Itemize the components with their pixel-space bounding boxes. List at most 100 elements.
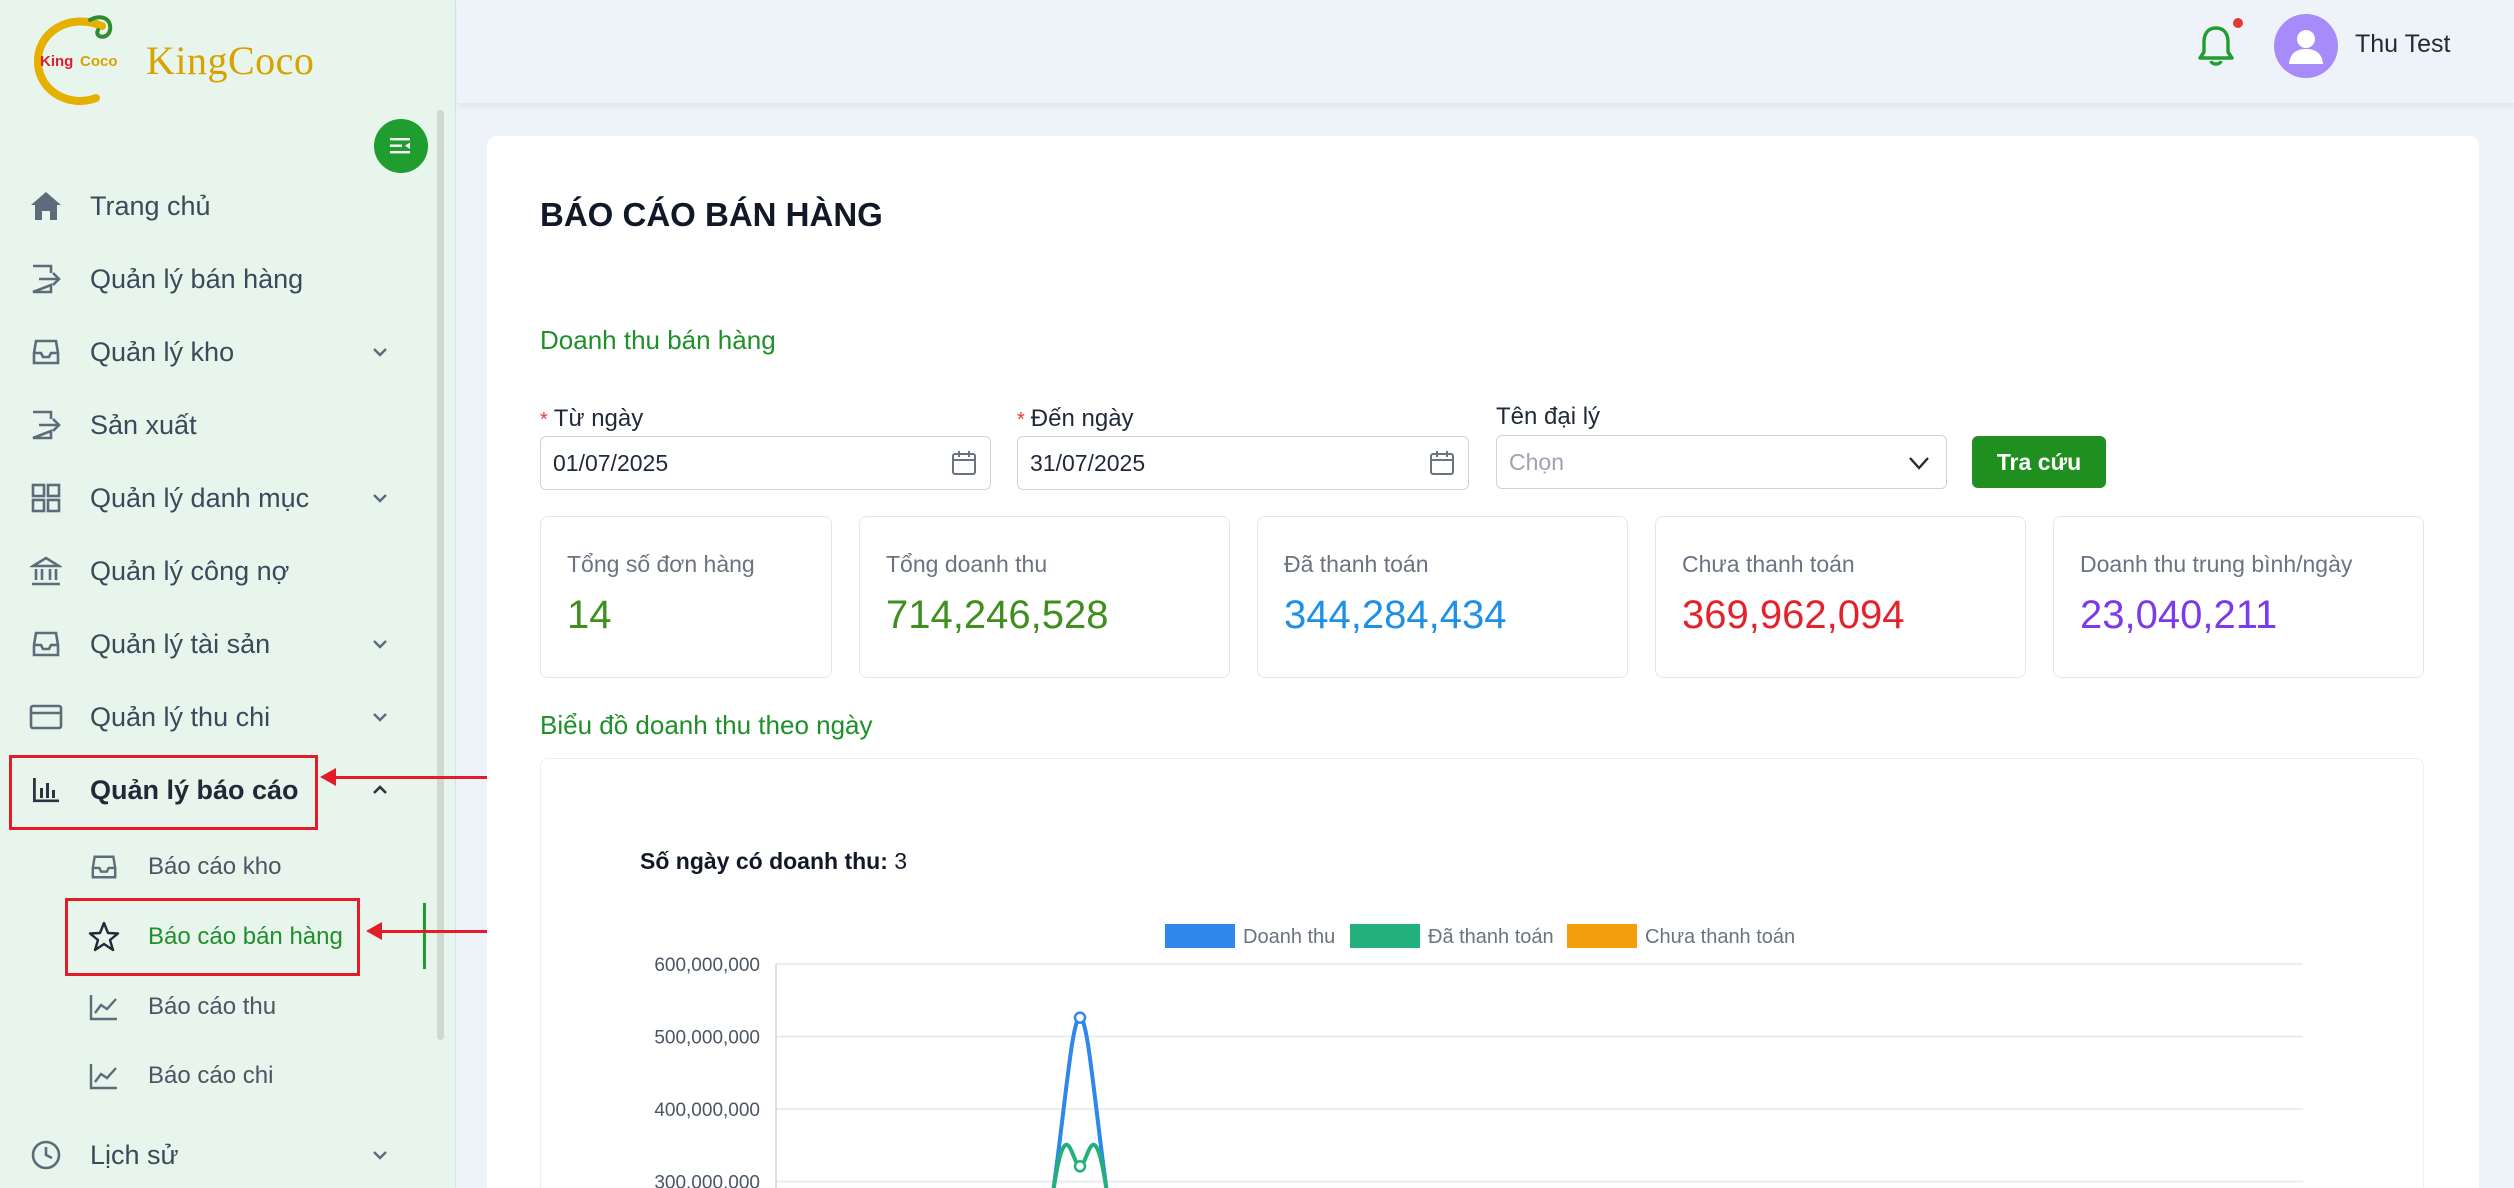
sidebar-item-quan-ly-kho[interactable]: Quản lý kho [26, 322, 406, 382]
from-date-label: * Từ ngày [540, 405, 644, 432]
calendar-icon[interactable] [950, 449, 978, 477]
brand-name: KingCoco [146, 37, 315, 83]
kingcoco-logo-icon: King Coco [30, 10, 130, 110]
to-date-input[interactable]: 31/07/2025 [1017, 436, 1469, 490]
sidebar-item-label: Quản lý kho [90, 336, 235, 367]
user-icon [2289, 30, 2323, 64]
agent-placeholder: Chọn [1509, 448, 1564, 475]
sidebar-subitem-label: Báo cáo chi [148, 1062, 274, 1089]
to-date-value: 31/07/2025 [1030, 449, 1146, 476]
inbox-icon [86, 849, 122, 885]
agent-select[interactable]: Chọn [1496, 435, 1947, 489]
chevron-down-icon [373, 494, 387, 503]
sidebar-item-quan-ly-thu-chi[interactable]: Quản lý thu chi [26, 687, 406, 747]
bank-icon [26, 551, 66, 591]
stat-value: 23,040,211 [2080, 593, 2278, 637]
stat-card-paid: Đã thanh toán 344,284,434 [1257, 516, 1628, 678]
inbox-icon [26, 332, 66, 372]
stat-label: Tổng số đơn hàng [567, 551, 755, 577]
sidebar-item-label: Lịch sử [90, 1139, 179, 1170]
section-title-chart: Biểu đồ doanh thu theo ngày [540, 710, 873, 740]
data-point [1073, 1160, 1087, 1173]
stat-card-total-revenue: Tổng doanh thu 714,246,528 [859, 516, 1230, 678]
stat-value: 369,962,094 [1682, 593, 1905, 637]
legend-swatch [1165, 924, 1235, 948]
collapse-sidebar-button[interactable] [374, 119, 428, 173]
bell-icon[interactable] [2192, 22, 2240, 70]
export-icon [26, 405, 66, 445]
sidebar-item-label: Quản lý bán hàng [90, 263, 304, 294]
section-title-revenue: Doanh thu bán hàng [540, 325, 776, 355]
stat-value: 14 [567, 593, 612, 637]
sidebar-item-label: Quản lý danh mục [90, 482, 310, 513]
sidebar-item-quan-ly-danh-muc[interactable]: Quản lý danh mục [26, 468, 406, 528]
avatar[interactable] [2274, 14, 2338, 78]
menu-fold-icon [390, 138, 410, 154]
sidebar-item-trang-chu[interactable]: Trang chủ [26, 176, 406, 236]
sidebar-item-quan-ly-cong-no[interactable]: Quản lý công nợ [26, 541, 406, 601]
sidebar-subitem-bao-cao-chi[interactable]: Báo cáo chi [86, 1048, 356, 1104]
line-chart-icon [86, 1058, 122, 1094]
legend-label: Đã thanh toán [1428, 926, 1554, 948]
stat-value: 714,246,528 [886, 593, 1109, 637]
clock-icon [26, 1135, 66, 1175]
stat-label: Doanh thu trung bình/ngày [2080, 551, 2353, 577]
chevron-down-icon [1909, 457, 1929, 470]
from-date-value: 01/07/2025 [553, 449, 669, 476]
sidebar-item-quan-ly-tai-san[interactable]: Quản lý tài sản [26, 614, 406, 674]
y-tick-label: 500,000,000 [654, 1028, 760, 1049]
stat-value: 344,284,434 [1284, 593, 1507, 637]
y-tick-label: 400,000,000 [654, 1100, 760, 1121]
legend-swatch [1567, 924, 1637, 948]
sidebar-item-label: Trang chủ [90, 190, 211, 221]
chevron-down-icon [373, 713, 387, 722]
sidebar-scrollbar[interactable] [437, 110, 444, 1040]
stat-card-daily-average: Doanh thu trung bình/ngày 23,040,211 [2053, 516, 2424, 678]
sidebar: King Coco KingCoco Trang chủ Quản lý bán… [0, 0, 456, 1188]
sidebar-item-san-xuat[interactable]: Sản xuất [26, 395, 406, 455]
brand-logo[interactable]: King Coco KingCoco [30, 10, 314, 110]
days-with-revenue: Số ngày có doanh thu: 3 [640, 848, 908, 874]
agent-label: Tên đại lý [1496, 403, 1601, 430]
sidebar-item-lich-su[interactable]: Lịch sử [26, 1125, 406, 1185]
inbox-icon [26, 624, 66, 664]
grid-icon [26, 478, 66, 518]
page-title: BÁO CÁO BÁN HÀNG [540, 196, 883, 233]
legend-label: Doanh thu [1243, 926, 1335, 948]
sidebar-subitem-bao-cao-kho[interactable]: Báo cáo kho [86, 839, 356, 895]
legend-swatch [1350, 924, 1420, 948]
export-icon [26, 259, 66, 299]
stat-label: Tổng doanh thu [886, 551, 1048, 577]
highlight-box-sales-report [65, 898, 360, 976]
stat-label: Đã thanh toán [1284, 551, 1429, 577]
user-name[interactable]: Thu Test [2355, 30, 2450, 59]
to-date-label: * Đến ngày [1017, 405, 1134, 432]
y-tick-label: 600,000,000 [654, 955, 760, 976]
chevron-down-icon [373, 1151, 387, 1160]
from-date-input[interactable]: 01/07/2025 [540, 436, 991, 490]
search-button[interactable]: Tra cứu [1972, 436, 2106, 488]
svg-text:Coco: Coco [80, 53, 118, 70]
wallet-icon [26, 697, 66, 737]
y-tick-label: 300,000,000 [654, 1173, 760, 1188]
sidebar-item-label: Quản lý tài sản [90, 628, 271, 659]
active-indicator [423, 903, 426, 969]
stat-card-unpaid: Chưa thanh toán 369,962,094 [1655, 516, 2026, 678]
data-point [1073, 1011, 1087, 1024]
sidebar-item-label: Sản xuất [90, 409, 197, 440]
sidebar-subitem-bao-cao-thu[interactable]: Báo cáo thu [86, 979, 356, 1035]
sidebar-subitem-label: Báo cáo kho [148, 853, 282, 880]
svg-text:King: King [40, 53, 73, 70]
revenue-line-chart: Doanh thu Đã thanh toán Chưa thanh toán 60… [654, 924, 2303, 1188]
sidebar-item-label: Quản lý công nợ [90, 555, 290, 586]
stat-label: Chưa thanh toán [1682, 551, 1855, 577]
stat-card-total-orders: Tổng số đơn hàng 14 [540, 516, 832, 678]
sidebar-item-label: Quản lý thu chi [90, 701, 271, 732]
chevron-down-icon [373, 640, 387, 649]
legend-label: Chưa thanh toán [1645, 926, 1795, 948]
notification-dot [2233, 18, 2243, 28]
chevron-down-icon [373, 348, 387, 357]
home-icon [26, 186, 66, 226]
calendar-icon[interactable] [1428, 449, 1456, 477]
sidebar-item-quan-ly-ban-hang[interactable]: Quản lý bán hàng [26, 249, 406, 309]
